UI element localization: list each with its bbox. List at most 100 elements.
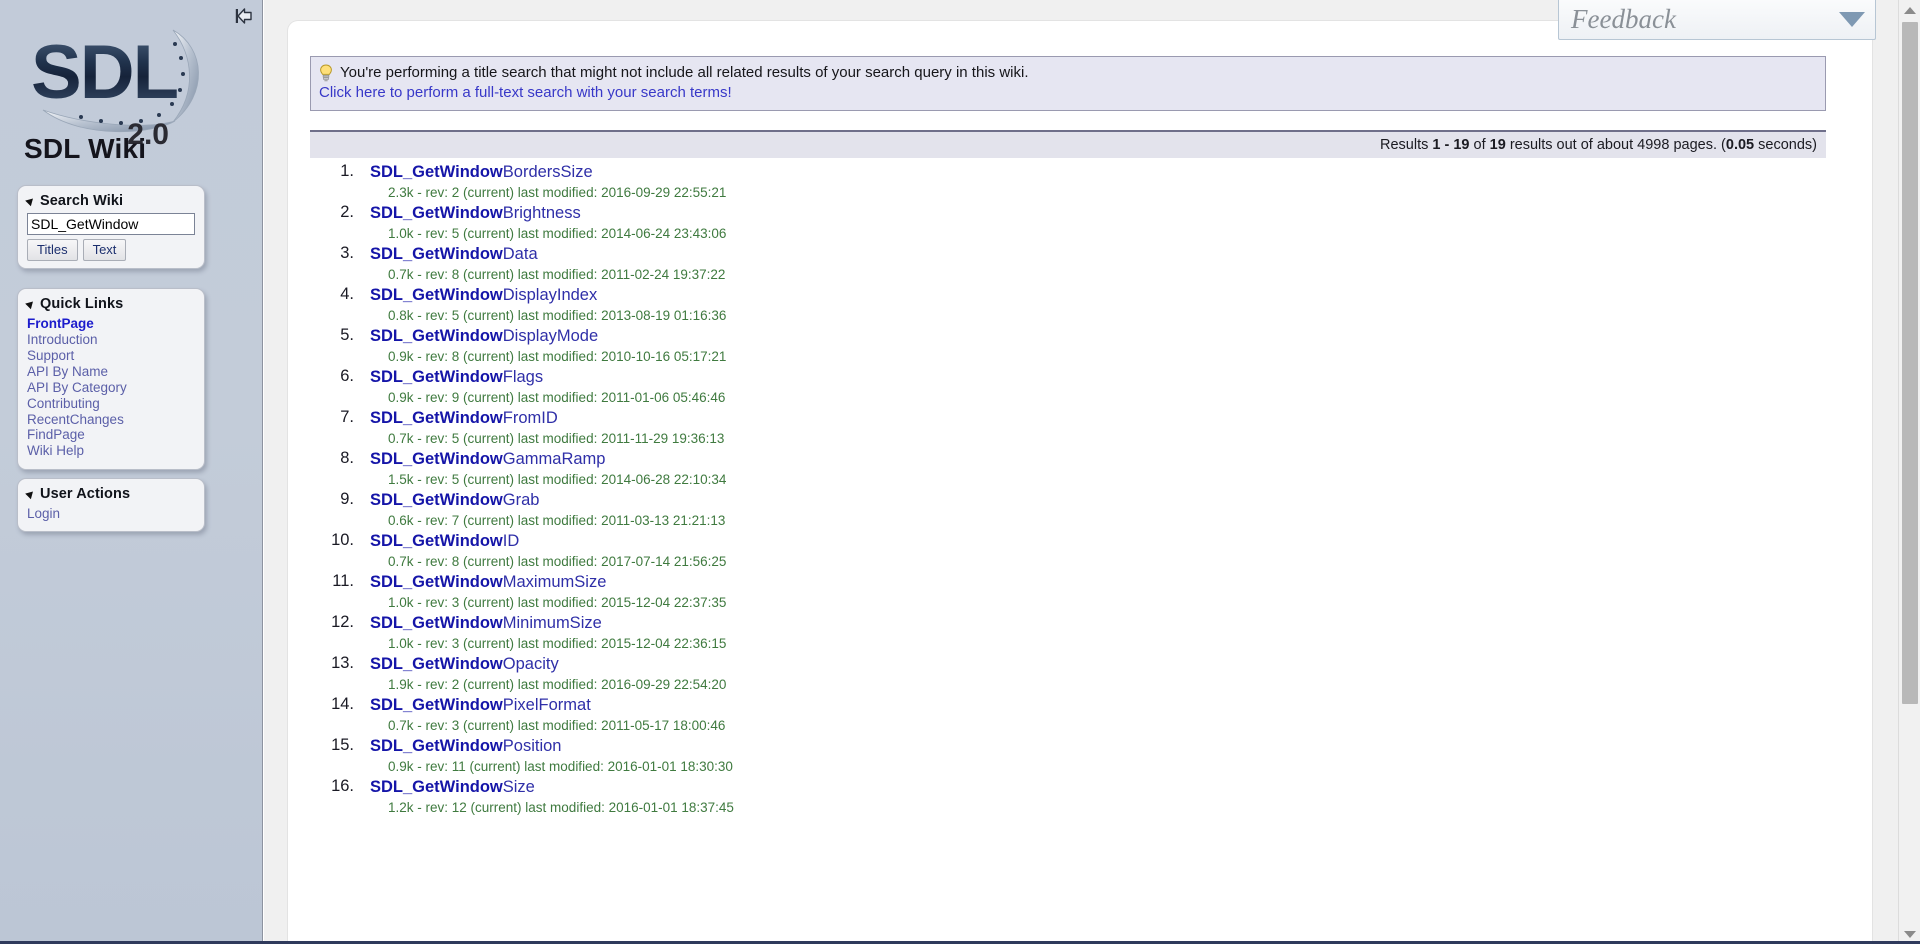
result-meta: 2.3k - rev: 2 (current) last modified: 2… (370, 183, 1810, 202)
collapse-triangle-icon (25, 196, 36, 207)
sidebar-item-frontpage[interactable]: FrontPage (27, 316, 195, 332)
result-title-link[interactable]: SDL_GetWindowBordersSize (370, 161, 1810, 183)
result-title-link[interactable]: SDL_GetWindowGammaRamp (370, 448, 1810, 470)
result-title-rest: Flags (503, 368, 543, 386)
results-summary-text: Results 1 - 19 of 19 results out of abou… (1380, 137, 1817, 153)
result-title-match: SDL_GetWindow (370, 327, 503, 345)
titles-button[interactable]: Titles (27, 239, 78, 261)
result-title-match: SDL_GetWindow (370, 614, 503, 632)
result-meta: 0.7k - rev: 8 (current) last modified: 2… (370, 552, 1810, 571)
search-result-item: 3.SDL_GetWindowData0.7k - rev: 8 (curren… (310, 243, 1810, 284)
result-meta: 0.7k - rev: 3 (current) last modified: 2… (370, 716, 1810, 735)
result-index: 4. (310, 285, 354, 304)
search-input[interactable] (27, 213, 195, 235)
result-meta: 0.9k - rev: 11 (current) last modified: … (370, 757, 1810, 776)
result-title-match: SDL_GetWindow (370, 409, 503, 427)
quick-links-list: FrontPage Introduction Support API By Na… (27, 316, 195, 460)
notice-text: You're performing a title search that mi… (340, 63, 1028, 82)
result-index: 14. (310, 695, 354, 714)
result-title-link[interactable]: SDL_GetWindowOpacity (370, 653, 1810, 675)
result-title-link[interactable]: SDL_GetWindowID (370, 530, 1810, 552)
page-root: SDL 2.0 SDL Wiki Search Wiki Titles Text (0, 0, 1920, 944)
sidebar-inner: SDL 2.0 SDL Wiki Search Wiki Titles Text (0, 0, 262, 944)
search-result-item: 16.SDL_GetWindowSize1.2k - rev: 12 (curr… (310, 776, 1810, 817)
sidebar-item-support[interactable]: Support (27, 348, 195, 364)
result-meta: 0.7k - rev: 5 (current) last modified: 2… (370, 429, 1810, 448)
quick-links-header[interactable]: Quick Links (27, 296, 195, 312)
results-summary-bar: Results 1 - 19 of 19 results out of abou… (310, 130, 1826, 158)
result-title-match: SDL_GetWindow (370, 655, 503, 673)
result-title-match: SDL_GetWindow (370, 204, 503, 222)
fulltext-search-link[interactable]: Click here to perform a full-text search… (319, 83, 1817, 103)
search-result-item: 7.SDL_GetWindowFromID0.7k - rev: 5 (curr… (310, 407, 1810, 448)
result-index: 7. (310, 408, 354, 427)
search-result-item: 1. SDL_GetWindowBordersSize2.3k - rev: 2 … (310, 161, 1810, 202)
content-card: You're performing a title search that mi… (287, 20, 1873, 944)
result-title-link[interactable]: SDL_GetWindowData (370, 243, 1810, 265)
user-actions-title: User Actions (40, 486, 130, 502)
scroll-up-arrow-icon[interactable] (1899, 0, 1920, 20)
result-title-link[interactable]: SDL_GetWindowDisplayMode (370, 325, 1810, 347)
result-title-link[interactable]: SDL_GetWindowPixelFormat (370, 694, 1810, 716)
page-scrollbar[interactable] (1898, 0, 1920, 944)
sidebar-item-api-by-category[interactable]: API By Category (27, 380, 195, 396)
result-index: 9. (310, 490, 354, 509)
sidebar-item-api-by-name[interactable]: API By Name (27, 364, 195, 380)
result-index: 1. (310, 162, 354, 181)
result-title-match: SDL_GetWindow (370, 532, 503, 550)
sidebar-item-recentchanges[interactable]: RecentChanges (27, 412, 195, 428)
result-meta: 0.9k - rev: 8 (current) last modified: 2… (370, 347, 1810, 366)
result-title-match: SDL_GetWindow (370, 286, 503, 304)
results-of: of (1474, 137, 1486, 153)
sidebar-item-contributing[interactable]: Contributing (27, 396, 195, 412)
feedback-label: Feedback (1571, 6, 1839, 33)
svg-text:SDL: SDL (31, 30, 178, 115)
result-index: 10. (310, 531, 354, 550)
result-title-link[interactable]: SDL_GetWindowPosition (370, 735, 1810, 757)
result-title-match: SDL_GetWindow (370, 450, 503, 468)
sidebar-item-findpage[interactable]: FindPage (27, 428, 195, 444)
results-total: 19 (1490, 137, 1506, 153)
sidebar-item-wiki-help[interactable]: Wiki Help (27, 444, 195, 460)
result-index: 3. (310, 244, 354, 263)
result-meta: 0.9k - rev: 9 (current) last modified: 2… (370, 388, 1810, 407)
result-title-rest: Data (503, 245, 538, 263)
search-panel-header[interactable]: Search Wiki (27, 193, 195, 209)
feedback-tab[interactable]: Feedback (1558, 0, 1876, 40)
result-title-match: SDL_GetWindow (370, 573, 503, 591)
result-meta: 1.2k - rev: 12 (current) last modified: … (370, 798, 1810, 817)
scrollbar-thumb[interactable] (1902, 22, 1918, 704)
result-title-rest: DisplayIndex (503, 286, 597, 304)
sdl-logo: SDL 2.0 (0, 22, 255, 142)
result-index: 6. (310, 367, 354, 386)
user-actions-header[interactable]: User Actions (27, 486, 195, 502)
result-title-link[interactable]: SDL_GetWindowDisplayIndex (370, 284, 1810, 306)
result-title-link[interactable]: SDL_GetWindowSize (370, 776, 1810, 798)
search-results-list: 1. SDL_GetWindowBordersSize2.3k - rev: 2 … (310, 161, 1810, 817)
text-button[interactable]: Text (83, 239, 127, 261)
result-title-rest: Size (503, 778, 535, 796)
result-title-rest: ID (503, 532, 520, 550)
result-title-link[interactable]: SDL_GetWindowMinimumSize (370, 612, 1810, 634)
chevron-down-icon[interactable] (1839, 12, 1865, 27)
result-title-rest: FromID (503, 409, 558, 427)
sidebar-item-introduction[interactable]: Introduction (27, 332, 195, 348)
result-title-rest: Grab (503, 491, 540, 509)
search-result-item: 14. SDL_GetWindowPixelFormat0.7k - rev: 3… (310, 694, 1810, 735)
sidebar-item-login[interactable]: Login (27, 506, 195, 522)
result-title-match: SDL_GetWindow (370, 245, 503, 263)
search-result-item: 4.SDL_GetWindowDisplayIndex0.8k - rev: 5… (310, 284, 1810, 325)
result-title-link[interactable]: SDL_GetWindowMaximumSize (370, 571, 1810, 593)
search-result-item: 8.SDL_GetWindowGammaRamp1.5k - rev: 5 (c… (310, 448, 1810, 489)
result-title-match: SDL_GetWindow (370, 737, 503, 755)
result-title-link[interactable]: SDL_GetWindowGrab (370, 489, 1810, 511)
result-meta: 0.6k - rev: 7 (current) last modified: 2… (370, 511, 1810, 530)
result-title-rest: DisplayMode (503, 327, 598, 345)
result-index: 2. (310, 203, 354, 222)
result-meta: 0.8k - rev: 5 (current) last modified: 2… (370, 306, 1810, 325)
collapse-triangle-icon (25, 489, 36, 500)
result-title-link[interactable]: SDL_GetWindowBrightness (370, 202, 1810, 224)
result-title-link[interactable]: SDL_GetWindowFromID (370, 407, 1810, 429)
result-title-link[interactable]: SDL_GetWindowFlags (370, 366, 1810, 388)
result-meta: 1.0k - rev: 3 (current) last modified: 2… (370, 593, 1810, 612)
